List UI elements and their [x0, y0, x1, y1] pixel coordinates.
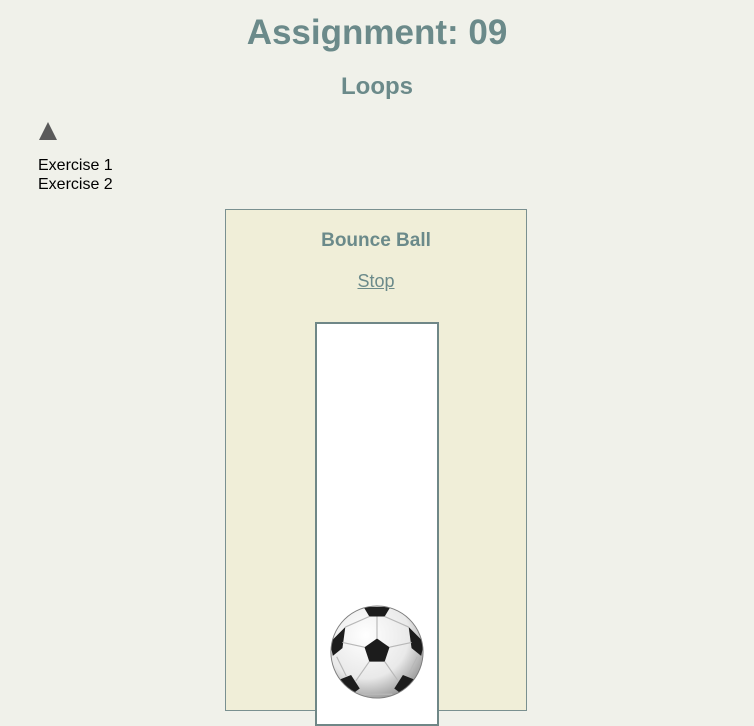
triangle-up-icon — [39, 122, 57, 140]
exercise-link-1[interactable]: Exercise 1 — [38, 156, 113, 175]
soccer-ball-icon — [330, 605, 424, 699]
exercise-link-2[interactable]: Exercise 2 — [38, 175, 113, 194]
page-title: Assignment: 09 — [246, 13, 508, 52]
ball-court — [315, 322, 439, 726]
exercise-list: Exercise 1 Exercise 2 — [38, 156, 113, 194]
panel-title: Bounce Ball — [321, 230, 431, 251]
stop-link[interactable]: Stop — [226, 270, 526, 292]
collapse-toggle-button[interactable] — [38, 121, 58, 141]
page-subtitle: Loops — [341, 73, 413, 100]
bounce-ball-panel: Bounce Ball Stop — [225, 209, 527, 726]
